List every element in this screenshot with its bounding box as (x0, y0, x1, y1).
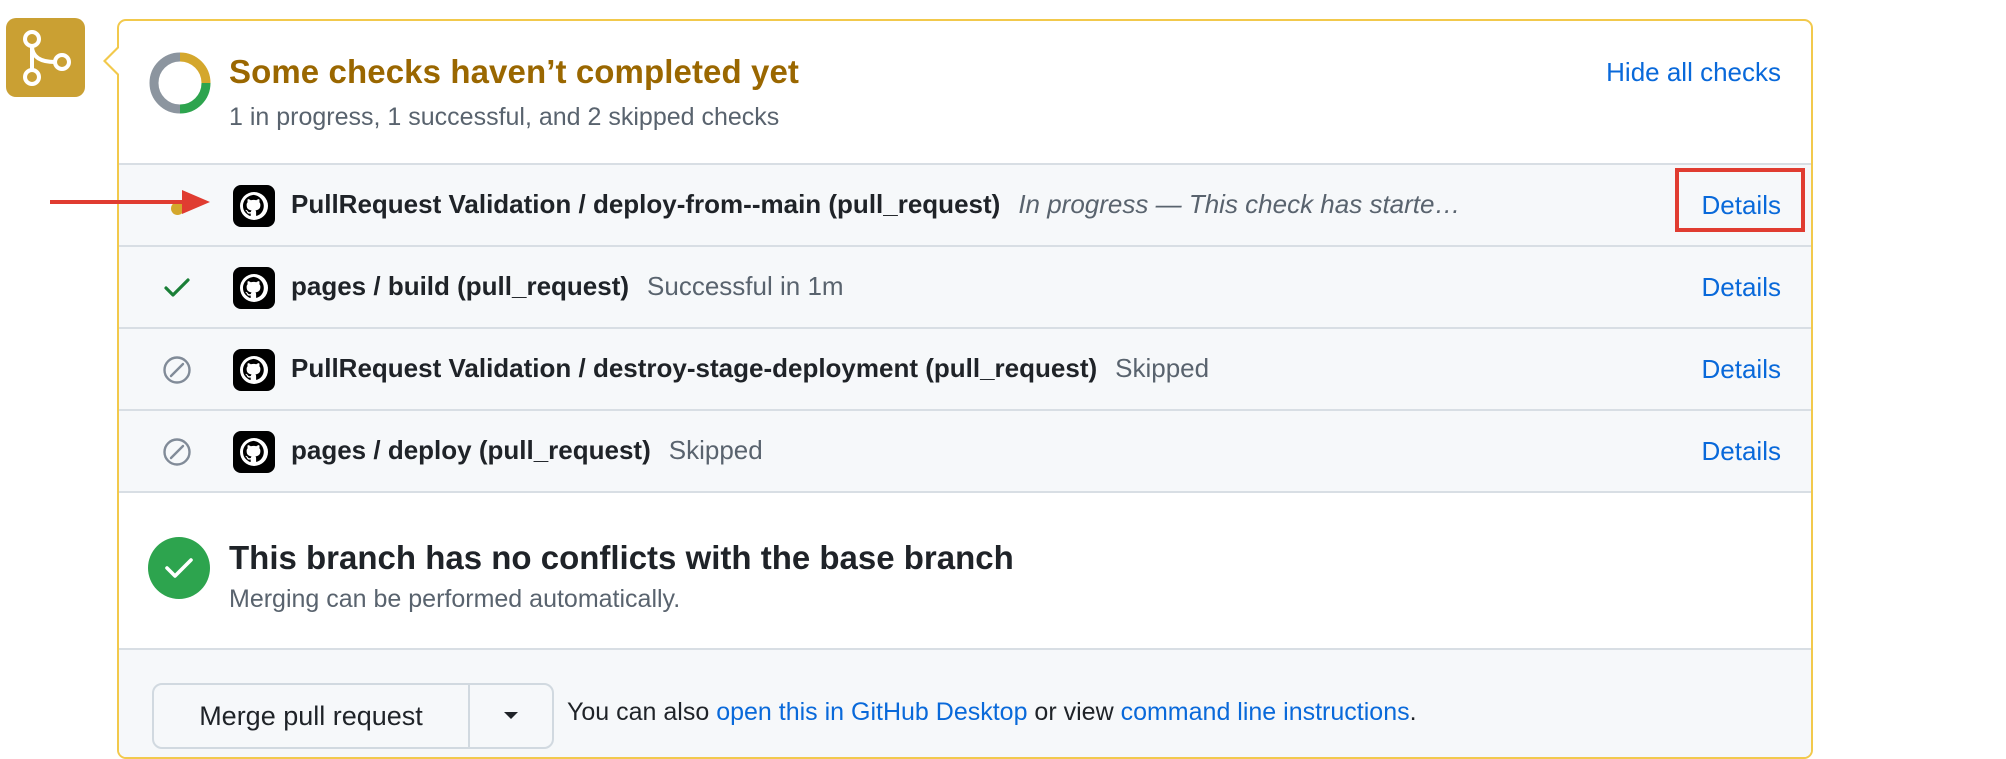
donut-in-progress-segment (179, 52, 211, 84)
merge-hint-suffix: . (1409, 698, 1417, 726)
caret-down-icon (504, 712, 518, 719)
merge-hint-prefix: You can also (567, 698, 717, 726)
command-line-instructions-link[interactable]: command line instructions (1121, 698, 1410, 726)
skipped-icon (163, 356, 191, 384)
check-name: pages / build (pull_request) (291, 271, 630, 301)
merge-status-subtitle: Merging can be performed automatically. (229, 585, 681, 613)
check-status-icon (162, 437, 192, 467)
merge-hint-middle: or view (1027, 698, 1121, 726)
check-name: pages / deploy (pull_request) (291, 435, 651, 465)
skipped-icon (163, 438, 191, 466)
check-description: Successful in 1m (647, 271, 844, 301)
donut-skipped-segment (149, 52, 181, 114)
check-name: PullRequest Validation / deploy-from--ma… (291, 189, 1001, 219)
merge-pull-request-button[interactable]: Merge pull request (154, 685, 470, 747)
merge-status-section: This branch has no conflicts with the ba… (119, 509, 1811, 649)
open-in-desktop-link[interactable]: open this in GitHub Desktop (716, 698, 1027, 726)
github-actions-avatar-icon (233, 267, 275, 309)
merge-actions: Merge pull request You can also open thi… (119, 648, 1811, 757)
checks-progress-donut (149, 52, 211, 114)
hide-all-checks-link[interactable]: Hide all checks (1606, 57, 1781, 88)
success-circle-icon (148, 537, 210, 599)
check-details-link[interactable]: Details (1702, 272, 1781, 303)
git-merge-icon (22, 29, 71, 86)
check-row: PullRequest Validation / deploy-from--ma… (119, 165, 1811, 247)
check-text: pages / build (pull_request) Successful i… (291, 271, 844, 302)
github-actions-avatar-icon (233, 185, 275, 227)
git-merge-badge (6, 18, 85, 97)
panel-caret-fill (106, 47, 120, 75)
check-text: PullRequest Validation / deploy-from--ma… (291, 189, 1460, 220)
merge-hint: You can also open this in GitHub Desktop… (567, 698, 1417, 727)
check-details-link[interactable]: Details (1702, 436, 1781, 467)
checks-status-title: Some checks haven’t completed yet (229, 53, 800, 90)
check-row: pages / deploy (pull_request) Skipped Det… (119, 411, 1811, 493)
checkmark-icon (165, 558, 193, 578)
check-description: In progress — This check has starte… (1018, 189, 1461, 219)
github-actions-avatar-icon (233, 349, 275, 391)
check-description: Skipped (1115, 353, 1210, 383)
check-status-icon (162, 273, 192, 303)
check-description: Skipped (668, 435, 763, 465)
check-status-icon (162, 355, 192, 385)
checks-status-summary: 1 in progress, 1 successful, and 2 skipp… (229, 103, 780, 131)
annotation-arrow-icon (50, 190, 210, 214)
merge-status-title: This branch has no conflicts with the ba… (229, 539, 1014, 576)
checks-status-header: Some checks haven’t completed yet 1 in p… (119, 21, 1811, 165)
check-name: PullRequest Validation / destroy-stage-d… (291, 353, 1098, 383)
merge-box: Some checks haven’t completed yet 1 in p… (117, 19, 1813, 759)
check-text: pages / deploy (pull_request) Skipped (291, 435, 763, 466)
merge-button-group: Merge pull request (152, 683, 554, 749)
check-row: pages / build (pull_request) Successful i… (119, 247, 1811, 329)
checkmark-icon (164, 278, 190, 297)
check-row: PullRequest Validation / destroy-stage-d… (119, 329, 1811, 411)
checks-list: PullRequest Validation / deploy-from--ma… (119, 163, 1811, 493)
check-text: PullRequest Validation / destroy-stage-d… (291, 353, 1209, 384)
check-details-link[interactable]: Details (1702, 354, 1781, 385)
merge-method-dropdown[interactable] (470, 685, 552, 747)
annotation-highlight-box (1675, 168, 1805, 232)
github-actions-avatar-icon (233, 431, 275, 473)
donut-successful-segment (179, 82, 211, 114)
